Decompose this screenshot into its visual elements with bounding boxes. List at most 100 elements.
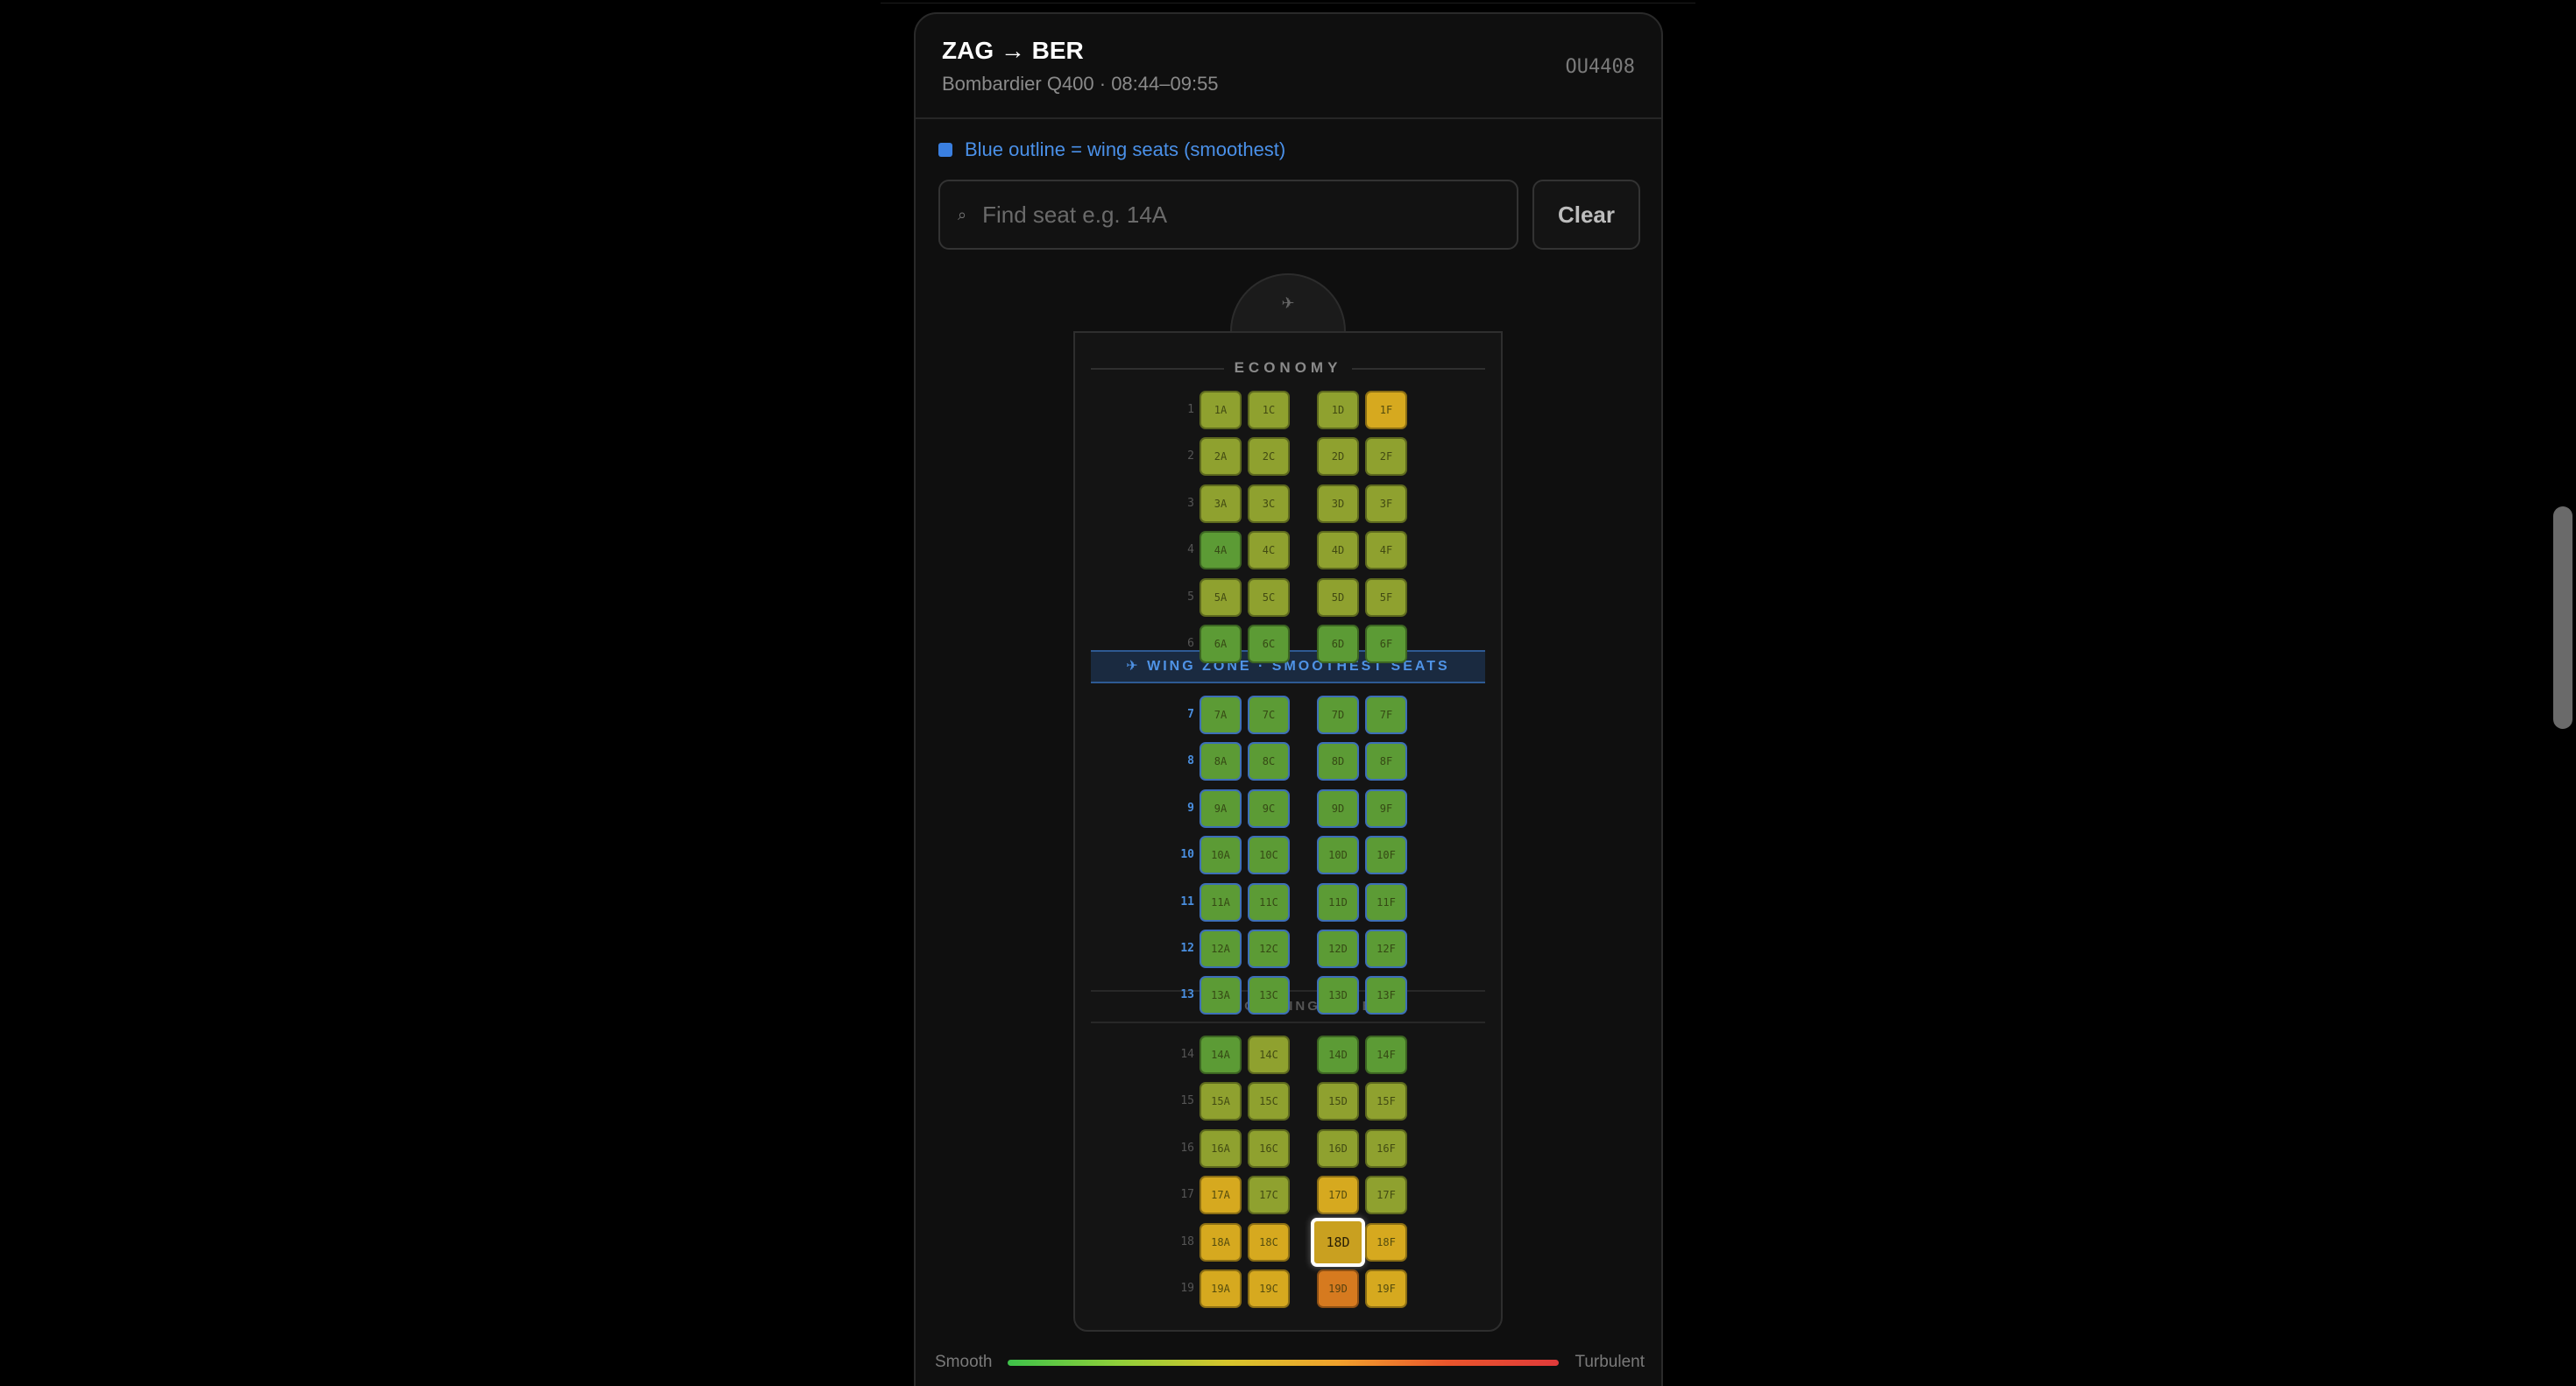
- seat-6c[interactable]: 6C: [1248, 625, 1290, 663]
- seat-14a[interactable]: 14A: [1200, 1036, 1242, 1074]
- seat-8c[interactable]: 8C: [1248, 742, 1290, 781]
- seat-1f[interactable]: 1F: [1365, 391, 1407, 429]
- seat-2f[interactable]: 2F: [1365, 437, 1407, 476]
- seat-13d[interactable]: 13D: [1317, 976, 1359, 1015]
- seat-14f[interactable]: 14F: [1365, 1036, 1407, 1074]
- seat-6d[interactable]: 6D: [1317, 625, 1359, 663]
- seat-10a[interactable]: 10A: [1200, 836, 1242, 874]
- plane-icon: ✈: [1281, 294, 1295, 312]
- seat-13f[interactable]: 13F: [1365, 976, 1407, 1015]
- seat-12d[interactable]: 12D: [1317, 930, 1359, 968]
- seat-4c[interactable]: 4C: [1248, 531, 1290, 569]
- seat-19c[interactable]: 19C: [1248, 1269, 1290, 1308]
- seat-15a[interactable]: 15A: [1200, 1082, 1242, 1121]
- seat-5d[interactable]: 5D: [1317, 578, 1359, 617]
- seat-row: 16 16A 16C 16D 16F: [1075, 1129, 1501, 1168]
- seat-3a[interactable]: 3A: [1200, 484, 1242, 523]
- seat-3d[interactable]: 3D: [1317, 484, 1359, 523]
- seat-3c[interactable]: 3C: [1248, 484, 1290, 523]
- seat-9c[interactable]: 9C: [1248, 789, 1290, 828]
- seat-5c[interactable]: 5C: [1248, 578, 1290, 617]
- row-number: 7: [1187, 708, 1194, 721]
- seat-17c[interactable]: 17C: [1248, 1176, 1290, 1214]
- seat-19a[interactable]: 19A: [1200, 1269, 1242, 1308]
- seat-5a[interactable]: 5A: [1200, 578, 1242, 617]
- seat-7a[interactable]: 7A: [1200, 696, 1242, 734]
- row-number: 12: [1180, 942, 1194, 955]
- seat-row: 11 11A 11C 11D 11F: [1075, 883, 1501, 922]
- legend-text: Blue outline = wing seats (smoothest): [965, 138, 1286, 160]
- seat-18c[interactable]: 18C: [1248, 1223, 1290, 1262]
- seat-12a[interactable]: 12A: [1200, 930, 1242, 968]
- scale-turbulent-label: Turbulent: [1575, 1353, 1645, 1371]
- legend-swatch: [938, 143, 952, 157]
- seat-13c[interactable]: 13C: [1248, 976, 1290, 1015]
- seat-2a[interactable]: 2A: [1200, 437, 1242, 476]
- seat-1c[interactable]: 1C: [1248, 391, 1290, 429]
- seat-2c[interactable]: 2C: [1248, 437, 1290, 476]
- seat-17d[interactable]: 17D: [1317, 1176, 1359, 1214]
- seat-row: 14 14A 14C 14D 14F: [1075, 1036, 1501, 1074]
- seat-12c[interactable]: 12C: [1248, 930, 1290, 968]
- seat-4d[interactable]: 4D: [1317, 531, 1359, 569]
- seat-15c[interactable]: 15C: [1248, 1082, 1290, 1121]
- seat-19d[interactable]: 19D: [1317, 1269, 1359, 1308]
- seat-10c[interactable]: 10C: [1248, 836, 1290, 874]
- row-number: 8: [1187, 754, 1194, 767]
- seat-search[interactable]: ⌕: [938, 180, 1518, 250]
- seat-18a[interactable]: 18A: [1200, 1223, 1242, 1262]
- seat-13a[interactable]: 13A: [1200, 976, 1242, 1015]
- seat-3f[interactable]: 3F: [1365, 484, 1407, 523]
- row-number: 5: [1187, 590, 1194, 604]
- seat-10d[interactable]: 10D: [1317, 836, 1359, 874]
- seat-10f[interactable]: 10F: [1365, 836, 1407, 874]
- seat-2d[interactable]: 2D: [1317, 437, 1359, 476]
- seat-14c[interactable]: 14C: [1248, 1036, 1290, 1074]
- seat-17f[interactable]: 17F: [1365, 1176, 1407, 1214]
- flight-card: ZAG → BER Bombardier Q400 · 08:44–09:55 …: [914, 12, 1663, 1386]
- scrollbar-thumb[interactable]: [2553, 506, 2572, 729]
- route-title: ZAG → BER: [942, 37, 1084, 64]
- seat-1d[interactable]: 1D: [1317, 391, 1359, 429]
- seat-11c[interactable]: 11C: [1248, 883, 1290, 922]
- seat-8a[interactable]: 8A: [1200, 742, 1242, 781]
- seat-15d[interactable]: 15D: [1317, 1082, 1359, 1121]
- row-number: 15: [1180, 1094, 1194, 1107]
- seat-row: 8 8A 8C 8D 8F: [1075, 742, 1501, 781]
- seat-18d[interactable]: 18D: [1311, 1218, 1365, 1267]
- seat-5f[interactable]: 5F: [1365, 578, 1407, 617]
- seat-7c[interactable]: 7C: [1248, 696, 1290, 734]
- seat-9d[interactable]: 9D: [1317, 789, 1359, 828]
- seat-row: 1 1A 1C 1D 1F: [1075, 391, 1501, 429]
- seat-9f[interactable]: 9F: [1365, 789, 1407, 828]
- turbulence-gradient: [1008, 1359, 1560, 1366]
- seat-11f[interactable]: 11F: [1365, 883, 1407, 922]
- seat-18f[interactable]: 18F: [1365, 1223, 1407, 1262]
- seat-16f[interactable]: 16F: [1365, 1129, 1407, 1168]
- seat-16c[interactable]: 16C: [1248, 1129, 1290, 1168]
- seat-7f[interactable]: 7F: [1365, 696, 1407, 734]
- seat-7d[interactable]: 7D: [1317, 696, 1359, 734]
- flight-number: OU4408: [1565, 56, 1635, 78]
- seat-19f[interactable]: 19F: [1365, 1269, 1407, 1308]
- seat-16a[interactable]: 16A: [1200, 1129, 1242, 1168]
- seat-12f[interactable]: 12F: [1365, 930, 1407, 968]
- seat-1a[interactable]: 1A: [1200, 391, 1242, 429]
- seat-14d[interactable]: 14D: [1317, 1036, 1359, 1074]
- seat-6a[interactable]: 6A: [1200, 625, 1242, 663]
- seat-11a[interactable]: 11A: [1200, 883, 1242, 922]
- seat-4f[interactable]: 4F: [1365, 531, 1407, 569]
- seat-6f[interactable]: 6F: [1365, 625, 1407, 663]
- seat-row: 3 3A 3C 3D 3F: [1075, 484, 1501, 523]
- seat-row: 10 10A 10C 10D 10F: [1075, 836, 1501, 874]
- seat-17a[interactable]: 17A: [1200, 1176, 1242, 1214]
- seat-8d[interactable]: 8D: [1317, 742, 1359, 781]
- seat-search-input[interactable]: [982, 201, 1474, 229]
- clear-button[interactable]: Clear: [1532, 180, 1640, 250]
- seat-9a[interactable]: 9A: [1200, 789, 1242, 828]
- seat-11d[interactable]: 11D: [1317, 883, 1359, 922]
- seat-4a[interactable]: 4A: [1200, 531, 1242, 569]
- seat-8f[interactable]: 8F: [1365, 742, 1407, 781]
- seat-15f[interactable]: 15F: [1365, 1082, 1407, 1121]
- seat-16d[interactable]: 16D: [1317, 1129, 1359, 1168]
